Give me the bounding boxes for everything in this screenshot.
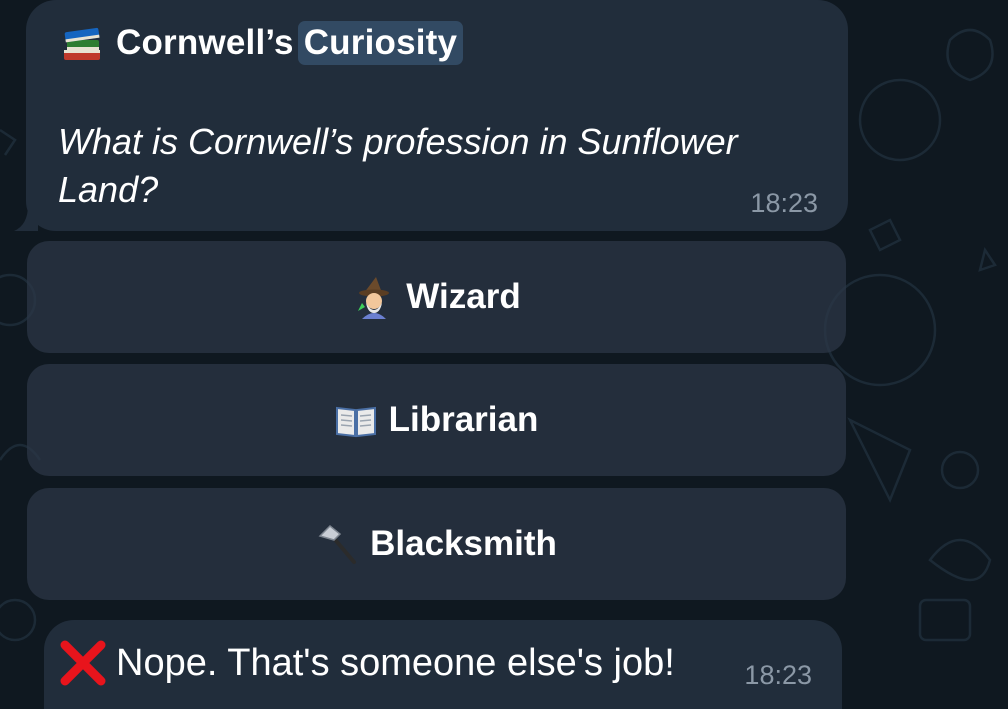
option-label: Blacksmith [370, 524, 557, 563]
option-button-librarian[interactable]: Librarian [27, 364, 846, 476]
reply-text: Nope. That's someone else's job! [116, 641, 675, 684]
reply-timestamp: 18:23 [744, 660, 812, 690]
title-prefix: Cornwell’s [116, 23, 294, 62]
title-highlight: Curiosity [297, 21, 464, 65]
reply-message-bubble: Nope. That's someone else's job! 18:23 [44, 620, 842, 709]
hammer-icon [318, 524, 357, 564]
option-label: Wizard [406, 277, 521, 316]
books-icon [64, 27, 100, 60]
bubble-tail [14, 205, 38, 231]
message-timestamp: 18:23 [750, 188, 818, 218]
message-title: Cornwell’s Curiosity [60, 18, 464, 68]
option-button-blacksmith[interactable]: Blacksmith [27, 488, 846, 600]
wizard-emoji-icon [358, 277, 390, 319]
option-button-wizard[interactable]: Wizard [27, 241, 846, 353]
option-label: Librarian [388, 400, 539, 439]
open-book-icon [335, 406, 376, 438]
question-message-bubble: Cornwell’s Curiosity What is Cornwell’s … [26, 0, 848, 231]
question-text: What is Cornwell’s profession in Sunflow… [58, 121, 738, 210]
red-cross-icon [60, 640, 106, 686]
